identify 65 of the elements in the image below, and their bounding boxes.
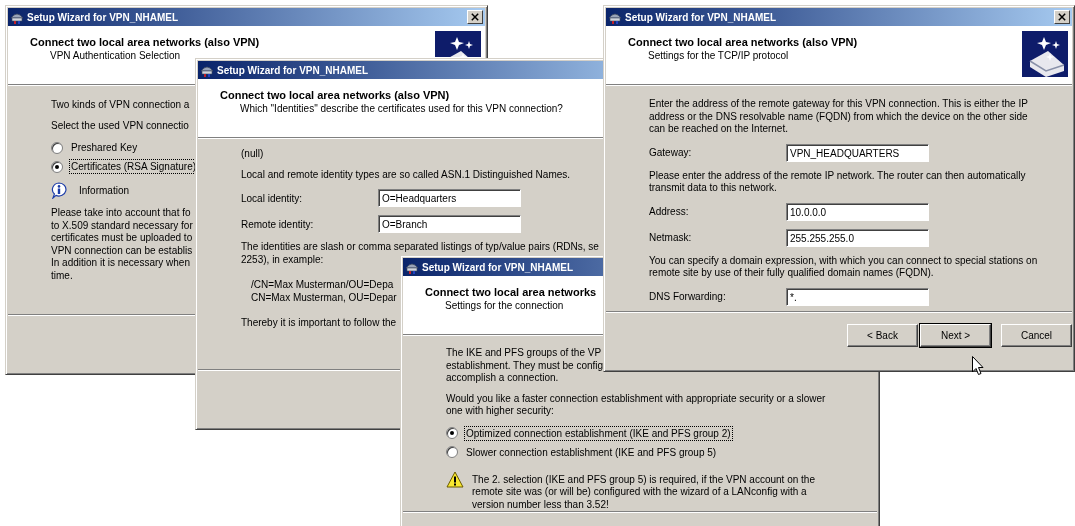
text-line: accomplish a connection. <box>446 372 559 385</box>
window-title: Setup Wizard for VPN_NHAMEL <box>625 11 777 23</box>
window-title: Setup Wizard for VPN_NHAMEL <box>27 11 179 23</box>
sparkle-device-icon <box>1022 31 1068 77</box>
close-icon <box>471 13 479 21</box>
field-label: Address: <box>649 206 690 217</box>
radio-button[interactable] <box>446 446 458 458</box>
wizard-subheading: Settings for the TCP/IP protocol <box>647 49 790 62</box>
paragraph: Please enter the address of the remote IP network. The router can then automatically transmit data to this network. <box>649 169 1027 195</box>
input-field[interactable]: 10.0.0.0 <box>786 202 929 221</box>
wizard-button[interactable]: < Back <box>847 324 918 347</box>
close-button[interactable] <box>467 10 483 24</box>
text-line: VPN connection can be establis <box>51 244 193 257</box>
sparkle-device-icon <box>435 31 481 57</box>
paragraph: Enter the address of the remote gateway for this VPN connection. This is either the IP address or the DNS resolvable name (FQDN) from which the device on the other side can be reached on the Internet. <box>649 98 1029 136</box>
close-icon <box>1058 13 1066 21</box>
radio-label: Optimized connection establishment (IKE and PFS group 2) <box>464 425 733 441</box>
window-title: Setup Wizard for VPN_NHAMEL <box>422 261 574 273</box>
wizard-subheading: VPN Authentication Selection <box>49 49 182 62</box>
warning-icon <box>446 470 464 488</box>
input-field[interactable]: VPN_HEADQUARTERS <box>786 143 929 162</box>
text-line: (null) <box>241 148 264 161</box>
wizard-subheading: Which "Identities" describe the certificates used for this VPN connection? <box>239 102 563 115</box>
info-label: Information <box>79 185 130 196</box>
cursor-icon <box>972 356 984 375</box>
close-button[interactable] <box>1054 10 1070 24</box>
wizard-heading: Connect two local area networks <box>425 286 597 299</box>
field-label: DNS Forwarding: <box>649 291 727 302</box>
field-label: Remote identity: <box>241 218 315 230</box>
window-title: Setup Wizard for VPN_NHAMEL <box>217 64 369 76</box>
text-line: /CN=Max Musterman/OU=Depa <box>251 279 394 292</box>
field-label: Gateway: <box>649 147 693 158</box>
warning-text: The 2. selection (IKE and PFS group 5) is required, if the VPN account on the remote site was (or will be) configured with the wizard of a LANconfig with a version number less than 3.52! <box>472 473 816 511</box>
wizard-button[interactable]: Next > <box>920 324 991 347</box>
input-field[interactable]: O=Headquarters <box>378 189 521 207</box>
wizard-subheading: Settings for the connection <box>444 299 565 312</box>
wizard-heading: Connect two local area networks (also VPN) <box>220 89 451 102</box>
paragraph: You can specify a domain expression, with which you can connect to special stations on remote site by use of their fully qualified domain names (FQDN). <box>649 254 1039 280</box>
text-line: The IKE and PFS groups of the VP <box>446 347 602 360</box>
radio-button[interactable] <box>446 427 458 439</box>
input-field[interactable]: 255.255.255.0 <box>786 228 929 247</box>
paragraph: Would you like a faster connection establishment with appropriate security or a slower one with higher security: <box>446 392 827 418</box>
text-line: Thereby it is important to follow the <box>241 317 397 330</box>
input-field[interactable]: O=Branch <box>378 215 521 233</box>
text-line: In addition it is necessary when <box>51 257 190 270</box>
field-label: Local identity: <box>241 192 304 204</box>
text-line: to X.509 standard necessary for <box>51 219 193 232</box>
info-icon <box>51 182 67 199</box>
text-line: Local and remote identity types are so called ASN.1 Distinguished Names. <box>241 168 571 181</box>
wizard-heading: Connect two local area networks (also VPN) <box>30 36 260 49</box>
text-line: Select the used VPN connectio <box>51 119 189 132</box>
input-field[interactable]: *. <box>786 287 929 306</box>
radio-label: Preshared Key <box>70 141 139 155</box>
field-label: Netmask: <box>649 232 693 243</box>
text-line: Please take into account that fo <box>51 207 191 220</box>
text-line: CN=Max Musterman, OU=Depar <box>251 291 397 304</box>
text-line: establishment. They must be config <box>446 359 604 372</box>
text-line: certificates must be uploaded to <box>51 232 193 245</box>
text-line: 2253), in example: <box>241 253 324 266</box>
text-line: Two kinds of VPN connection a <box>51 99 190 112</box>
text-line: time. <box>51 269 73 282</box>
wizard-heading: Connect two local area networks (also VPN) <box>628 36 858 49</box>
radio-label: Slower connection establishment (IKE and PFS group 5) <box>465 445 718 460</box>
wizard-button[interactable]: Cancel <box>1001 324 1072 347</box>
text-line: The identities are slash or comma separated listings of typ/value pairs (RDNs, se <box>241 241 599 254</box>
